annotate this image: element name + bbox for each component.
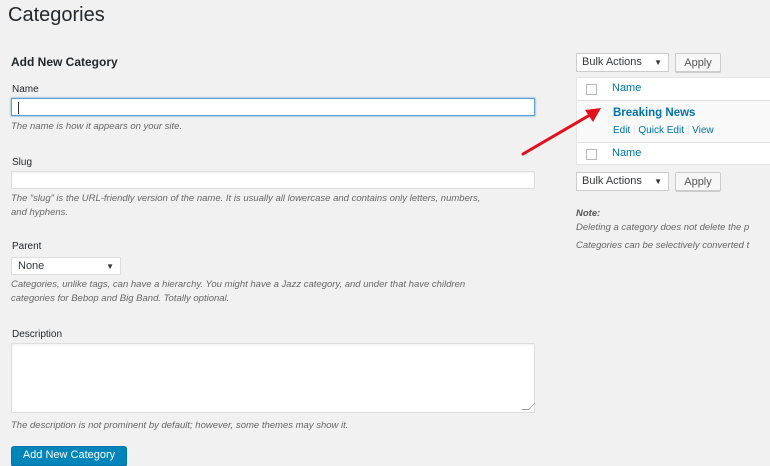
parent-label: Parent — [12, 241, 42, 252]
parent-help-line2: categories for Bebop and Big Band. Total… — [11, 293, 230, 304]
table-row: Breaking News Edit | Quick Edit | View — [577, 100, 770, 143]
note-line2: Categories can be selectively converted … — [576, 240, 750, 251]
slug-help-line2: and hyphens. — [11, 207, 69, 218]
row-actions: Edit | Quick Edit | View — [613, 125, 714, 136]
dropdown-arrow-icon: ▼ — [106, 262, 114, 271]
row-category-name[interactable]: Breaking News — [613, 107, 695, 119]
name-help: The name is how it appears on your site. — [11, 121, 183, 132]
table-footer: Name — [577, 142, 770, 167]
parent-select[interactable]: None ▼ — [11, 257, 121, 275]
slug-input[interactable] — [11, 171, 535, 189]
name-input[interactable] — [11, 98, 535, 116]
description-label: Description — [12, 329, 63, 340]
slug-help-line1: The “slug” is the URL-friendly version o… — [11, 193, 481, 204]
add-new-category-button[interactable]: Add New Category — [11, 446, 127, 466]
red-arrow-annotation — [521, 108, 601, 156]
categories-table: Name Breaking News Edit | Quick Edit | V… — [576, 77, 770, 165]
row-action-quick-edit[interactable]: Quick Edit — [638, 125, 684, 136]
bulk-actions-selected-top: Bulk Actions — [582, 56, 642, 68]
page-title: Categories — [8, 4, 105, 26]
note-line1: Deleting a category does not delete the … — [576, 222, 750, 233]
column-footer-name[interactable]: Name — [612, 147, 641, 159]
note-title: Note: — [576, 208, 601, 219]
bulk-actions-select-top[interactable]: Bulk Actions ▼ — [576, 53, 669, 72]
parent-selected: None — [18, 260, 45, 272]
text-caret — [18, 102, 19, 114]
column-header-name[interactable]: Name — [612, 82, 641, 94]
bulk-actions-select-bottom[interactable]: Bulk Actions ▼ — [576, 172, 669, 191]
description-textarea[interactable] — [11, 343, 536, 413]
row-action-edit[interactable]: Edit — [613, 125, 630, 136]
slug-label: Slug — [12, 157, 33, 168]
name-label: Name — [12, 84, 39, 95]
apply-button-top[interactable]: Apply — [675, 53, 721, 72]
select-all-checkbox[interactable] — [586, 84, 597, 95]
apply-button-bottom[interactable]: Apply — [675, 172, 721, 191]
parent-help-line1: Categories, unlike tags, can have a hier… — [11, 279, 466, 290]
resize-handle-icon[interactable] — [521, 403, 536, 410]
form-heading: Add New Category — [11, 55, 118, 69]
row-action-separator: | — [686, 125, 690, 136]
dropdown-arrow-icon: ▼ — [654, 58, 662, 67]
bulk-actions-selected-bottom: Bulk Actions — [582, 175, 642, 187]
row-action-separator: | — [633, 125, 636, 136]
description-help: The description is not prominent by defa… — [11, 420, 349, 431]
row-action-view[interactable]: View — [692, 125, 714, 136]
dropdown-arrow-icon: ▼ — [654, 177, 662, 186]
